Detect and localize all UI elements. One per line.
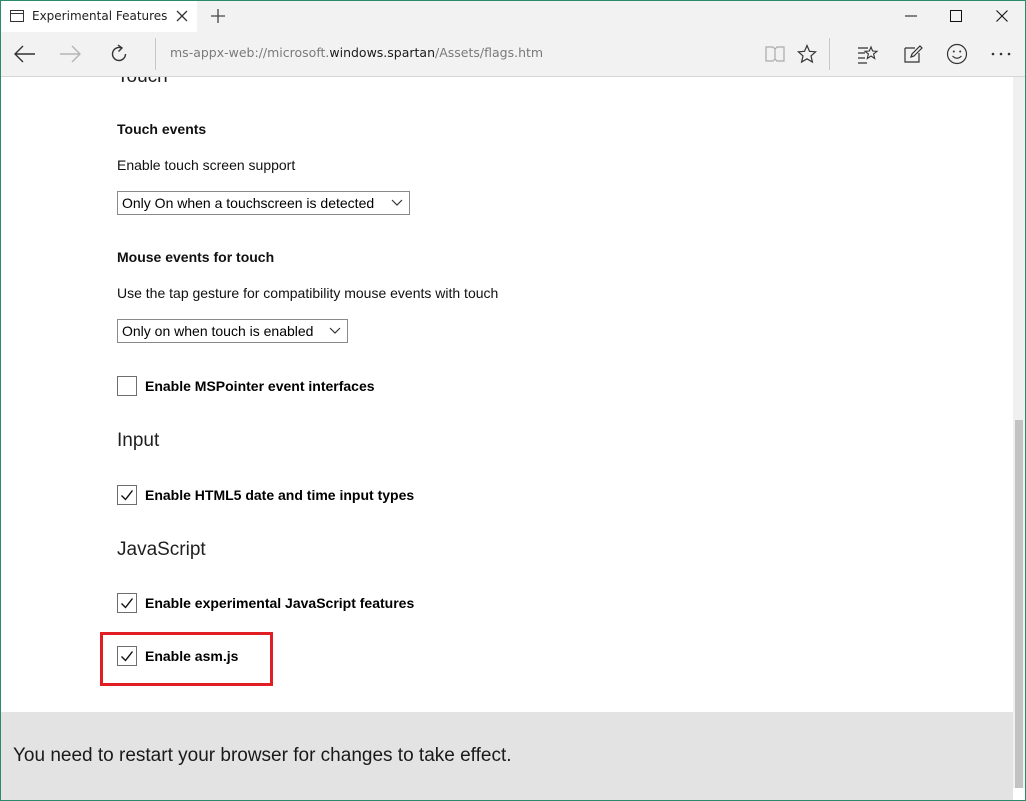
experimental-js-checkbox[interactable] [117,593,137,613]
html5-date-checkbox[interactable] [117,485,137,505]
close-window-button[interactable] [979,0,1025,32]
touch-events-description: Enable touch screen support [117,157,296,173]
address-bar[interactable]: ms-appx-web://microsoft.windows.spartan/… [170,45,543,60]
flags-page: Touch Touch events Enable touch screen s… [1,77,1013,712]
toolbar-divider [155,38,156,70]
experimental-js-label: Enable experimental JavaScript features [145,595,415,611]
html5-date-label: Enable HTML5 date and time input types [145,487,415,503]
section-title-input: Input [117,430,160,451]
mouse-events-selected: Only on when touch is enabled [122,323,314,339]
maximize-button[interactable] [933,0,979,32]
restart-notification-bar: You need to restart your browser for cha… [1,712,1013,800]
restart-message: You need to restart your browser for cha… [13,745,512,766]
favorite-star-icon[interactable] [785,32,829,76]
touch-events-select[interactable]: Only On when a touchscreen is detected [117,191,410,215]
checkmark-icon [121,651,134,662]
tab-bar: Experimental Features [0,0,1026,32]
mouse-events-description: Use the tap gesture for compatibility mo… [117,285,499,301]
minimize-button[interactable] [888,0,934,32]
asmjs-label: Enable asm.js [145,648,239,664]
page-icon [10,10,24,22]
address-suffix: /Assets/flags.htm [435,45,544,60]
checkmark-icon [121,490,134,501]
refresh-button[interactable] [97,32,141,76]
mspointer-option[interactable]: Enable MSPointer event interfaces [117,375,375,397]
browser-toolbar: ms-appx-web://microsoft.windows.spartan/… [0,32,1026,77]
touch-events-selected: Only On when a touchscreen is detected [122,195,375,211]
mspointer-checkbox[interactable] [117,376,137,396]
section-title-javascript: JavaScript [117,539,206,560]
tab-title: Experimental Features [32,9,168,23]
address-prefix: ms-appx-web://microsoft. [170,45,330,60]
section-title-touch: Touch [117,77,168,88]
address-host: windows.spartan [329,45,436,60]
chevron-down-icon [391,199,403,206]
html5-date-option[interactable]: Enable HTML5 date and time input types [117,484,414,506]
web-note-icon[interactable] [891,32,935,76]
feedback-smiley-icon[interactable] [935,32,979,76]
hub-icon[interactable] [846,32,890,76]
scrollbar-thumb[interactable] [1015,420,1023,788]
mouse-events-title: Mouse events for touch [117,249,275,265]
mouse-events-select[interactable]: Only on when touch is enabled [117,319,348,343]
tab-experimental-features[interactable]: Experimental Features [1,1,197,32]
asmjs-checkbox[interactable] [117,646,137,666]
touch-events-title: Touch events [117,121,207,137]
forward-button[interactable] [48,32,92,76]
new-tab-button[interactable] [203,3,233,29]
close-tab-icon[interactable] [171,5,193,27]
mspointer-label: Enable MSPointer event interfaces [145,378,375,394]
experimental-js-option[interactable]: Enable experimental JavaScript features [117,592,414,614]
chevron-down-icon [329,327,341,334]
more-actions-icon[interactable] [979,32,1023,76]
asmjs-option[interactable]: Enable asm.js [117,645,238,667]
back-button[interactable] [3,32,47,76]
toolbar-divider [829,38,830,70]
checkmark-icon [121,598,134,609]
